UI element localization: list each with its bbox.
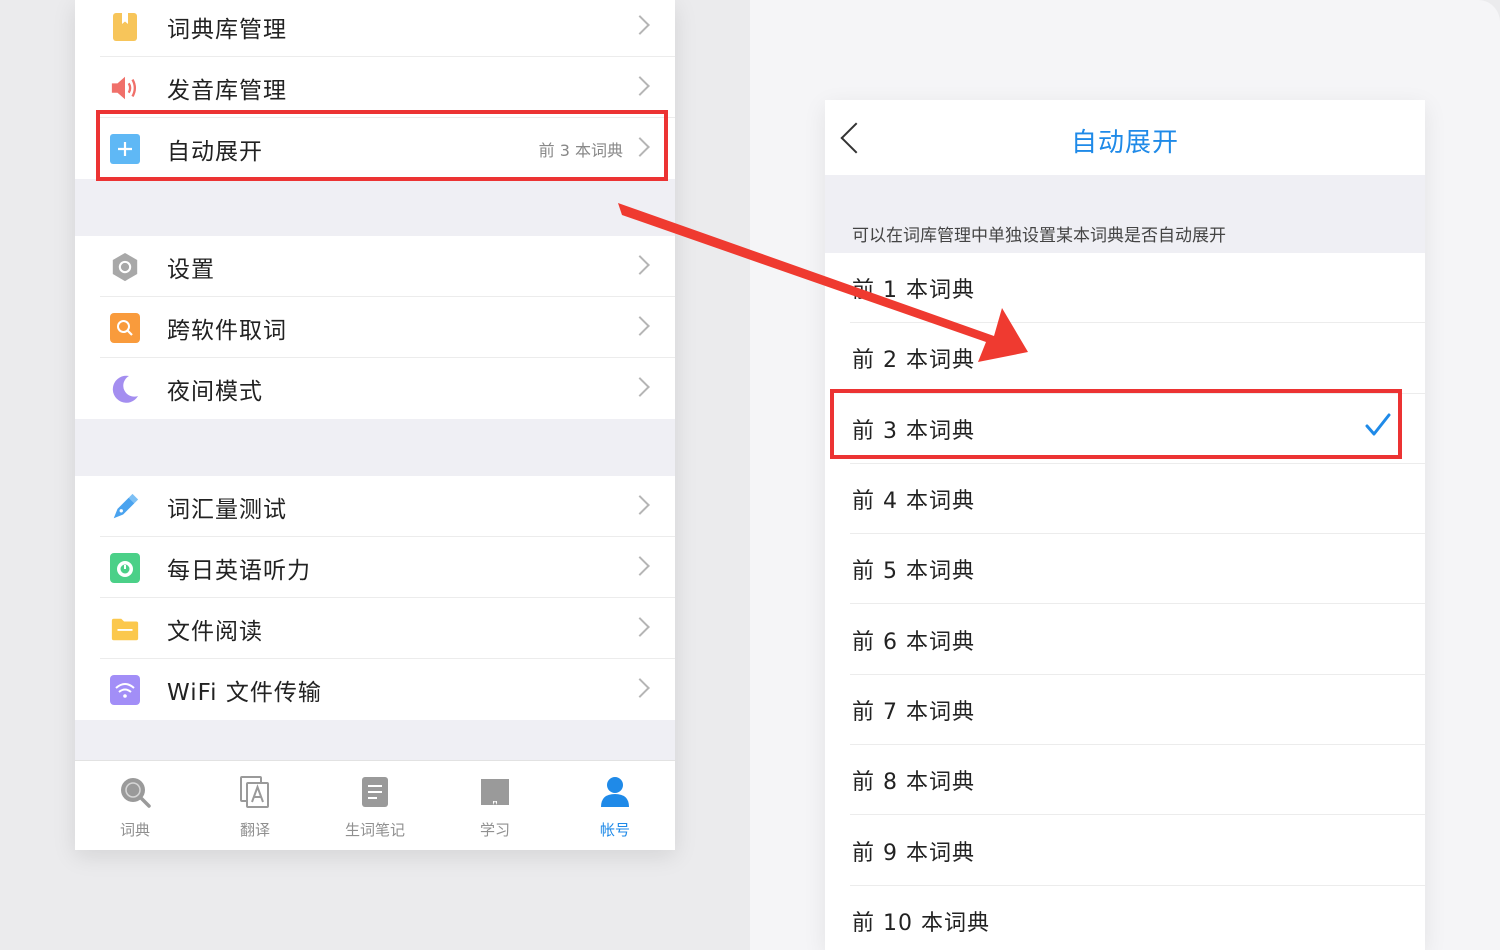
option-item[interactable]: 前 7 本词典 (825, 675, 1425, 746)
pen-icon (110, 492, 140, 522)
option-label: 前 9 本词典 (852, 840, 975, 866)
chevron-right-icon (630, 377, 650, 397)
chevron-right-icon (630, 617, 650, 637)
option-label: 前 5 本词典 (852, 559, 975, 585)
tab-account[interactable]: 帐号 (555, 761, 675, 850)
menu-item-voice-library[interactable]: 发音库管理 (75, 57, 675, 118)
option-item[interactable]: 前 5 本词典 (825, 534, 1425, 605)
option-label: 前 6 本词典 (852, 629, 975, 655)
auto-expand-screen: 自动展开 可以在词库管理中单独设置某本词典是否自动展开 前 1 本词典 前 2 … (825, 100, 1425, 950)
menu-item-wifi-transfer[interactable]: WiFi 文件传输 (75, 659, 675, 720)
menu-group-3: 词汇量测试 每日英语听力 文件阅读 WiFi 文件传输 (75, 476, 675, 720)
section-hint: 可以在词库管理中单独设置某本词典是否自动展开 (852, 226, 1226, 246)
chevron-right-icon (630, 255, 650, 275)
tab-label: 生词笔记 (344, 821, 405, 839)
menu-label: 词汇量测试 (167, 496, 287, 523)
option-item[interactable]: 前 4 本词典 (825, 464, 1425, 535)
option-item[interactable]: 前 6 本词典 (825, 604, 1425, 675)
option-item[interactable]: 前 10 本词典 (825, 886, 1425, 950)
option-item[interactable]: 前 2 本词典 (825, 323, 1425, 394)
account-icon (598, 775, 632, 809)
menu-label: 设置 (167, 256, 215, 283)
menu-label: 词典库管理 (167, 16, 287, 43)
option-label: 前 4 本词典 (852, 489, 975, 515)
headphone-icon (110, 553, 140, 583)
menu-item-night-mode[interactable]: 夜间模式 (75, 358, 675, 419)
tab-dictionary[interactable]: 词典 (75, 761, 195, 850)
chevron-right-icon (630, 678, 650, 698)
tab-bar: 词典 翻译 生词笔记 学习 帐号 (75, 760, 675, 850)
option-item[interactable]: 前 9 本词典 (825, 815, 1425, 886)
book-icon (478, 775, 512, 809)
menu-label: 夜间模式 (167, 378, 263, 405)
navigation-bar: 自动展开 (825, 100, 1425, 175)
gear-icon (110, 252, 140, 282)
option-item[interactable]: 前 1 本词典 (825, 253, 1425, 324)
highlight-box-selected-option (830, 389, 1402, 459)
moon-icon (110, 374, 140, 404)
tab-study[interactable]: 学习 (435, 761, 555, 850)
tab-label: 翻译 (239, 821, 270, 839)
tab-translate[interactable]: 翻译 (195, 761, 315, 850)
folder-icon (110, 614, 140, 644)
menu-label: 跨软件取词 (167, 317, 287, 344)
tab-label: 帐号 (599, 821, 630, 839)
option-item[interactable]: 前 8 本词典 (825, 745, 1425, 816)
menu-item-dict-library[interactable]: 词典库管理 (75, 0, 675, 57)
tab-label: 词典 (119, 821, 150, 839)
option-label: 前 8 本词典 (852, 770, 975, 796)
speaker-icon (110, 73, 140, 103)
menu-group-2: 设置 跨软件取词 夜间模式 (75, 236, 675, 419)
tab-notes[interactable]: 生词笔记 (315, 761, 435, 850)
chevron-right-icon (630, 495, 650, 515)
option-list: 前 1 本词典 前 2 本词典 前 3 本词典 前 4 本词典 前 5 本词典 … (825, 253, 1425, 950)
menu-label: WiFi 文件传输 (167, 679, 322, 706)
option-label: 前 10 本词典 (852, 910, 990, 936)
option-label: 前 1 本词典 (852, 278, 975, 304)
menu-label: 每日英语听力 (167, 557, 311, 584)
highlight-box-auto-expand (96, 110, 668, 181)
chevron-right-icon (630, 15, 650, 35)
menu-item-vocab-test[interactable]: 词汇量测试 (75, 476, 675, 537)
page-title: 自动展开 (1070, 128, 1179, 158)
option-label: 前 2 本词典 (852, 348, 975, 374)
chevron-right-icon (630, 556, 650, 576)
menu-item-cross-app-lookup[interactable]: 跨软件取词 (75, 297, 675, 358)
chevron-right-icon (630, 76, 650, 96)
chevron-right-icon (630, 316, 650, 336)
option-label: 前 7 本词典 (852, 699, 975, 725)
menu-item-settings[interactable]: 设置 (75, 236, 675, 297)
search-tab-icon (118, 775, 152, 809)
tab-label: 学习 (479, 821, 510, 839)
menu-label: 发音库管理 (167, 77, 287, 104)
search-icon (110, 313, 140, 343)
dict-library-icon (110, 12, 140, 42)
wifi-icon (110, 675, 140, 705)
menu-item-file-reading[interactable]: 文件阅读 (75, 598, 675, 659)
menu-label: 文件阅读 (167, 618, 263, 645)
translate-icon (238, 775, 272, 809)
menu-item-daily-listening[interactable]: 每日英语听力 (75, 537, 675, 598)
note-icon (358, 775, 392, 809)
